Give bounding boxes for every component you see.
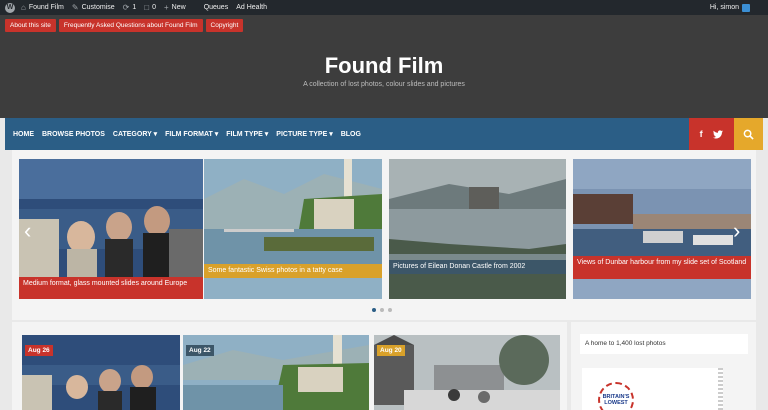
date-badge: Aug 22 [186, 345, 214, 356]
nav-home[interactable]: HOME [13, 131, 34, 138]
admin-site-name[interactable]: ⌂ Found Film [21, 3, 64, 12]
date-badge: Aug 26 [25, 345, 53, 356]
site-header: About this site Frequently Asked Questio… [0, 15, 768, 118]
admin-new[interactable]: + New [164, 3, 186, 12]
nav-category[interactable]: CATEGORY ▾ [113, 130, 157, 138]
comment-icon: □ [144, 3, 150, 12]
slide-swiss[interactable]: Some fantastic Swiss photos in a tatty c… [204, 159, 382, 299]
slide-eilean-donan[interactable]: Pictures of Eilean Donan Castle from 200… [389, 159, 566, 299]
nav-browse-photos[interactable]: BROWSE PHOTOS [42, 131, 105, 138]
slider-dots [372, 308, 392, 312]
admin-ad-health[interactable]: Ad Health [236, 4, 267, 11]
search-icon [743, 129, 754, 140]
site-title[interactable]: Found Film [0, 53, 768, 79]
slider-prev-button[interactable]: ‹ [24, 218, 31, 244]
nav-picture-type[interactable]: PICTURE TYPE ▾ [276, 130, 332, 138]
slide-dunbar[interactable]: Views of Dunbar harbour from my slide se… [573, 159, 751, 299]
avatar [742, 3, 750, 12]
admin-customise[interactable]: ✎ Customise [72, 3, 115, 12]
nav-film-format[interactable]: FILM FORMAT ▾ [165, 130, 218, 138]
post-grid: Aug 26 Aug 22 Aug 20 [12, 322, 567, 410]
slide-caption: Some fantastic Swiss photos in a tatty c… [204, 264, 382, 278]
top-links: About this site Frequently Asked Questio… [5, 19, 244, 32]
updates-icon: ⟳ [122, 3, 130, 12]
advert[interactable]: BRITAIN'S LOWEST [582, 368, 723, 410]
admin-account[interactable]: Hi, simon [710, 0, 750, 15]
slider-next-button[interactable]: › [733, 218, 740, 244]
post-card[interactable]: Aug 20 [374, 335, 560, 410]
brush-icon: ✎ [71, 3, 79, 12]
post-card[interactable]: Aug 22 [183, 335, 369, 410]
site-description: A collection of lost photos, colour slid… [303, 81, 465, 88]
post-card[interactable]: Aug 26 [22, 335, 180, 410]
wordpress-icon[interactable]: W [5, 2, 15, 13]
top-link-copyright[interactable]: Copyright [205, 19, 244, 32]
admin-bar: W ⌂ Found Film ✎ Customise ⟳ 1 □ 0 + New Queu… [0, 0, 768, 15]
main-nav: HOME BROWSE PHOTOS CATEGORY ▾ FILM FORMA… [5, 118, 763, 150]
admin-updates[interactable]: ⟳ 1 [123, 3, 137, 12]
slide-photo-lake [204, 159, 382, 299]
plus-icon: + [164, 3, 169, 12]
slider-dot[interactable] [388, 308, 392, 312]
slide-caption: Pictures of Eilean Donan Castle from 200… [389, 260, 566, 274]
slider-dot[interactable] [372, 308, 376, 312]
featured-slider: Medium format, glass mounted slides arou… [12, 150, 756, 320]
tagline-widget: A home to 1,400 lost photos [580, 334, 748, 354]
slide-photo-castle [389, 159, 566, 299]
top-link-about[interactable]: About this site [5, 19, 56, 32]
sidebar: A home to 1,400 lost photos BRITAIN'S LO… [571, 322, 756, 410]
facebook-icon[interactable]: f [700, 129, 703, 139]
admin-comments[interactable]: □ 0 [144, 3, 156, 12]
ad-text: BRITAIN'S LOWEST [602, 394, 630, 406]
nav-blog[interactable]: BLOG [341, 131, 361, 138]
ad-stripe [718, 368, 723, 410]
twitter-icon[interactable] [713, 129, 724, 139]
search-button[interactable] [734, 118, 763, 150]
nav-film-type[interactable]: FILM TYPE ▾ [226, 130, 268, 138]
date-badge: Aug 20 [377, 345, 405, 356]
social-links: f [689, 118, 734, 150]
slider-dot[interactable] [380, 308, 384, 312]
slide-caption: Views of Dunbar harbour from my slide se… [573, 256, 751, 279]
top-link-faq[interactable]: Frequently Asked Questions about Found F… [58, 19, 203, 32]
admin-queues[interactable]: Queues [204, 4, 229, 11]
slide-europe[interactable]: Medium format, glass mounted slides arou… [19, 159, 203, 299]
slide-caption: Medium format, glass mounted slides arou… [19, 277, 203, 299]
home-icon: ⌂ [21, 3, 26, 12]
